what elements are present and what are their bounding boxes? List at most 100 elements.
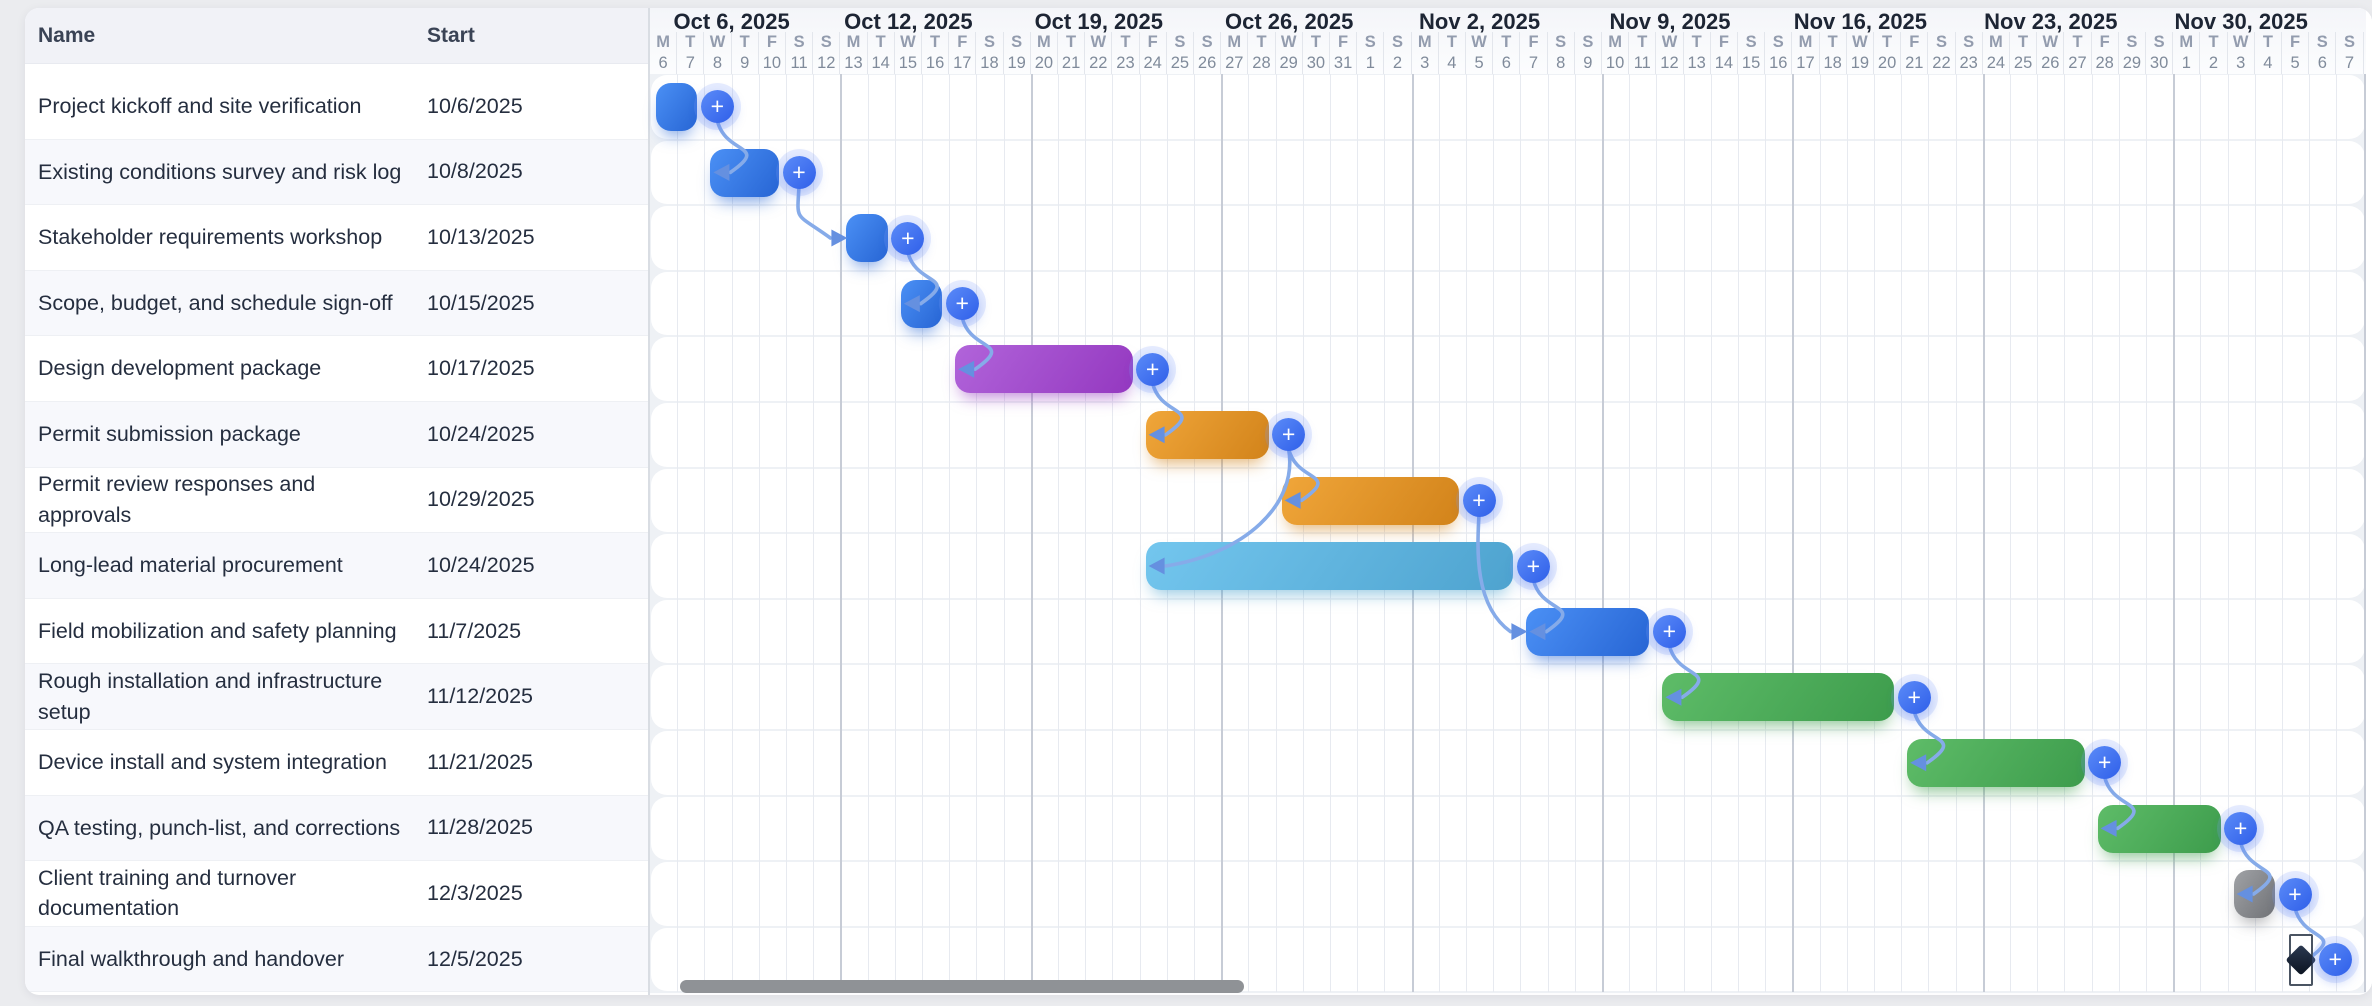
day-number-cell: 14 (1711, 53, 1738, 74)
task-bar[interactable] (955, 345, 1132, 393)
task-row[interactable]: Final walkthrough and handover 12/5/2025 (25, 927, 648, 993)
task-row[interactable]: Device install and system integration 11/… (25, 730, 648, 796)
grid-line-day (1711, 74, 1712, 992)
grid-line-day (1384, 74, 1385, 992)
task-bar[interactable] (1282, 477, 1459, 525)
task-start-cell[interactable]: 10/17/2025 (427, 336, 597, 401)
task-name-cell[interactable]: QA testing, punch-list, and corrections (38, 796, 404, 861)
task-name-cell[interactable]: Rough installation and infrastructure se… (38, 664, 404, 729)
chart-row[interactable] (651, 469, 2365, 533)
add-connection-button[interactable]: + (701, 90, 734, 123)
task-name-cell[interactable]: Field mobilization and safety planning (38, 599, 404, 664)
task-row[interactable]: Design development package 10/17/2025 (25, 336, 648, 402)
day-letter-cell: F (1901, 32, 1928, 53)
task-bar[interactable] (710, 149, 779, 197)
task-start-cell[interactable]: 10/13/2025 (427, 205, 597, 270)
add-connection-button[interactable]: + (1463, 484, 1496, 517)
chart-row[interactable] (651, 403, 2365, 467)
task-row[interactable]: Field mobilization and safety planning 11… (25, 599, 648, 665)
task-name-cell[interactable]: Long-lead material procurement (38, 533, 404, 598)
day-number-cell: 1 (2173, 53, 2200, 74)
day-number-cell: 19 (1847, 53, 1874, 74)
task-bar[interactable] (1146, 542, 1514, 590)
day-number-cell: 7 (1520, 53, 1547, 74)
task-name-cell[interactable]: Design development package (38, 336, 404, 401)
task-bar[interactable] (1662, 673, 1894, 721)
task-bar[interactable] (901, 280, 942, 328)
day-letter-cell: S (1548, 32, 1575, 53)
task-bar[interactable] (846, 214, 887, 262)
task-start-cell[interactable]: 12/5/2025 (427, 927, 597, 992)
chart-row[interactable] (651, 337, 2365, 401)
task-bar[interactable] (1526, 608, 1649, 656)
task-start-cell[interactable]: 10/6/2025 (427, 74, 597, 139)
horizontal-scrollbar-thumb[interactable] (680, 980, 1244, 993)
task-row[interactable]: Scope, budget, and schedule sign-off 10/1… (25, 271, 648, 337)
task-bar[interactable] (656, 83, 697, 131)
task-start-cell[interactable]: 10/24/2025 (427, 402, 597, 467)
grid-line-day (732, 74, 733, 992)
day-letter-cell: S (2309, 32, 2336, 53)
day-letter-cell: S (1575, 32, 1602, 53)
day-number-cell: 11 (1629, 53, 1656, 74)
task-name-cell[interactable]: Stakeholder requirements workshop (38, 205, 404, 270)
task-start-cell[interactable]: 11/21/2025 (427, 730, 597, 795)
task-row[interactable]: Permit submission package 10/24/2025 (25, 402, 648, 468)
task-name-cell[interactable]: Permit review responses and approvals (38, 468, 404, 533)
day-number-cell: 20 (1874, 53, 1901, 74)
task-bar[interactable] (1907, 739, 2084, 787)
task-name-cell[interactable]: Device install and system integration (38, 730, 404, 795)
add-connection-button[interactable]: + (2319, 943, 2352, 976)
task-start-cell[interactable]: 12/3/2025 (427, 861, 597, 926)
day-letter-cell: M (1031, 32, 1058, 53)
task-bar[interactable] (2234, 870, 2275, 918)
day-letter-cell: S (1765, 32, 1792, 53)
task-row[interactable]: Client training and turnover documentati… (25, 861, 648, 927)
task-name-cell[interactable]: Existing conditions survey and risk log (38, 140, 404, 205)
task-bar[interactable] (2098, 805, 2221, 853)
task-row[interactable]: Stakeholder requirements workshop 10/13/2… (25, 205, 648, 271)
day-number-cell: 17 (949, 53, 976, 74)
grid-line-week (1031, 32, 1033, 992)
task-name-cell[interactable]: Final walkthrough and handover (38, 927, 404, 992)
task-start-cell[interactable]: 10/8/2025 (427, 140, 597, 205)
add-connection-button[interactable]: + (2279, 878, 2312, 911)
chart-row[interactable] (651, 862, 2365, 926)
task-row[interactable]: Existing conditions survey and risk log 1… (25, 140, 648, 206)
task-start-cell[interactable]: 10/29/2025 (427, 468, 597, 533)
add-connection-button[interactable]: + (1136, 353, 1169, 386)
day-number-cell: 13 (840, 53, 867, 74)
task-start-cell[interactable]: 11/12/2025 (427, 664, 597, 729)
task-name-cell[interactable]: Permit submission package (38, 402, 404, 467)
add-connection-button[interactable]: + (783, 156, 816, 189)
day-letter-cell: W (1847, 32, 1874, 53)
task-start-cell[interactable]: 10/15/2025 (427, 271, 597, 336)
day-letter-cell: M (1412, 32, 1439, 53)
grid-line-day (704, 74, 705, 992)
chart-row[interactable] (651, 141, 2365, 205)
day-number-cell: 22 (1928, 53, 1955, 74)
task-name-cell[interactable]: Scope, budget, and schedule sign-off (38, 271, 404, 336)
add-connection-button[interactable]: + (1898, 681, 1931, 714)
task-bar[interactable] (1146, 411, 1269, 459)
task-row[interactable]: Long-lead material procurement 10/24/2025 (25, 533, 648, 599)
chart-row[interactable] (651, 665, 2365, 729)
grid-line-day (2255, 74, 2256, 992)
task-start-cell[interactable]: 10/24/2025 (427, 533, 597, 598)
chart-row[interactable] (651, 600, 2365, 664)
task-row[interactable]: Permit review responses and approvals 10/… (25, 468, 648, 534)
add-connection-button[interactable]: + (946, 287, 979, 320)
day-letter-cell: W (1276, 32, 1303, 53)
add-connection-button[interactable]: + (1653, 615, 1686, 648)
task-name-cell[interactable]: Project kickoff and site verification (38, 74, 404, 139)
add-connection-button[interactable]: + (891, 222, 924, 255)
task-row[interactable]: Rough installation and infrastructure se… (25, 664, 648, 730)
task-start-cell[interactable]: 11/28/2025 (427, 796, 597, 861)
chart-row[interactable] (651, 75, 2365, 139)
task-row[interactable]: Project kickoff and site verification 10/… (25, 74, 648, 140)
add-connection-button[interactable]: + (2224, 812, 2257, 845)
add-connection-button[interactable]: + (1517, 550, 1550, 583)
task-row[interactable]: QA testing, punch-list, and corrections 1… (25, 796, 648, 862)
task-start-cell[interactable]: 11/7/2025 (427, 599, 597, 664)
task-name-cell[interactable]: Client training and turnover documentati… (38, 861, 404, 926)
